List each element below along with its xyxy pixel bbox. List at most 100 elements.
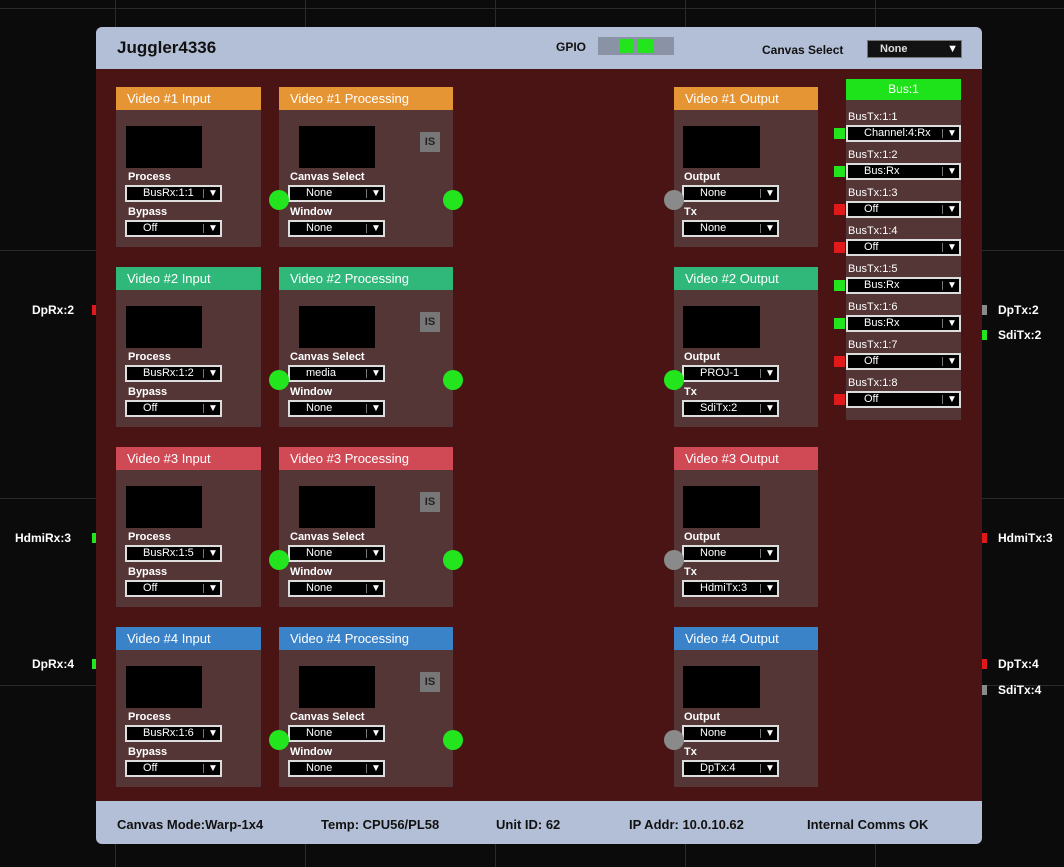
separator [203, 549, 204, 558]
output-connector-dot[interactable] [443, 550, 463, 570]
canvas-select-label: Canvas Select [290, 351, 365, 363]
process-dropdown-value: BusRx:1:5 [143, 547, 194, 559]
output-dropdown[interactable]: None ▼ [682, 545, 779, 562]
bus-channel-dropdown[interactable]: Channel:4:Rx ▼ [846, 125, 961, 142]
external-input-label: HdmiRx:3 [15, 531, 72, 545]
bus-channel-led [834, 394, 845, 405]
chevron-down-icon: ▼ [765, 763, 775, 774]
bus-panel: BusTx:1:1 Channel:4:Rx ▼ BusTx:1:2 Bus:Rx ▼ Bu… [846, 100, 961, 420]
window-dropdown-value: None [306, 582, 333, 594]
canvas-select-dropdown[interactable]: None ▼ [288, 545, 385, 562]
separator [942, 167, 943, 176]
canvas-select-label: Canvas Select [290, 711, 365, 723]
output-panel-connector-dot[interactable] [664, 370, 684, 390]
bypass-dropdown[interactable]: Off ▼ [125, 220, 222, 237]
bus-channel-dropdown-value: Off [864, 241, 879, 253]
top-bar: Juggler4336 GPIO Canvas Select None ▼ [96, 27, 982, 69]
gpio-led [600, 39, 615, 53]
process-dropdown[interactable]: BusRx:1:6 ▼ [125, 725, 222, 742]
chevron-down-icon: ▼ [371, 728, 381, 739]
gpio-led [619, 39, 634, 53]
canvas-select-dropdown-value: None [306, 187, 333, 199]
output-dropdown[interactable]: None ▼ [682, 185, 779, 202]
tx-dropdown[interactable]: DpTx:4 ▼ [682, 760, 779, 777]
process-label: Process [128, 531, 171, 543]
process-label: Process [128, 351, 171, 363]
window-dropdown[interactable]: None ▼ [288, 220, 385, 237]
tx-dropdown-value: None [700, 222, 727, 234]
bus-channel-dropdown[interactable]: Off ▼ [846, 353, 961, 370]
window-dropdown-value: None [306, 762, 333, 774]
output-panel-connector-dot[interactable] [664, 730, 684, 750]
separator [760, 224, 761, 233]
canvas-select-dropdown[interactable]: None ▼ [288, 725, 385, 742]
bus-channel-label: BusTx:1:7 [848, 339, 898, 351]
output-dropdown-value: None [700, 547, 727, 559]
separator [203, 369, 204, 378]
bypass-dropdown-value: Off [143, 762, 158, 774]
bus-channel-dropdown[interactable]: Bus:Rx ▼ [846, 163, 961, 180]
bypass-dropdown[interactable]: Off ▼ [125, 760, 222, 777]
output-panel-connector-dot[interactable] [664, 190, 684, 210]
bus-channel-label: BusTx:1:6 [848, 301, 898, 313]
unit-id-status: Unit ID: 62 [496, 817, 561, 832]
bus-channel-dropdown[interactable]: Off ▼ [846, 391, 961, 408]
input-connector-dot[interactable] [269, 730, 289, 750]
process-dropdown[interactable]: BusRx:1:2 ▼ [125, 365, 222, 382]
process-dropdown[interactable]: BusRx:1:5 ▼ [125, 545, 222, 562]
separator [203, 224, 204, 233]
output-connector-dot[interactable] [443, 190, 463, 210]
is-button[interactable]: IS [420, 312, 440, 332]
separator [942, 129, 943, 138]
external-output-label: DpTx:2 [998, 303, 1039, 317]
input-connector-dot[interactable] [269, 550, 289, 570]
process-dropdown[interactable]: BusRx:1:1 ▼ [125, 185, 222, 202]
video-preview [126, 306, 202, 348]
canvas-select-dropdown[interactable]: media ▼ [288, 365, 385, 382]
tx-dropdown[interactable]: HdmiTx:3 ▼ [682, 580, 779, 597]
bus-channel-dropdown[interactable]: Bus:Rx ▼ [846, 315, 961, 332]
video-preview [126, 126, 202, 168]
window-dropdown[interactable]: None ▼ [288, 580, 385, 597]
bus-channel-led [834, 356, 845, 367]
separator [760, 189, 761, 198]
tx-dropdown[interactable]: None ▼ [682, 220, 779, 237]
bus-channel-label: BusTx:1:4 [848, 225, 898, 237]
chevron-down-icon: ▼ [371, 763, 381, 774]
bypass-dropdown[interactable]: Off ▼ [125, 580, 222, 597]
panel-header: Video #1 Processing [279, 87, 453, 110]
canvas-select-dropdown[interactable]: None ▼ [288, 185, 385, 202]
output-dropdown[interactable]: None ▼ [682, 725, 779, 742]
is-button[interactable]: IS [420, 492, 440, 512]
process-dropdown-value: BusRx:1:2 [143, 367, 194, 379]
chevron-down-icon: ▼ [947, 318, 957, 329]
process-label: Process [128, 171, 171, 183]
window-dropdown-value: None [306, 402, 333, 414]
bus-channel-dropdown[interactable]: Off ▼ [846, 239, 961, 256]
output-dropdown[interactable]: PROJ-1 ▼ [682, 365, 779, 382]
tx-label: Tx [684, 566, 697, 578]
is-button[interactable]: IS [420, 672, 440, 692]
canvas-select-dropdown[interactable]: None ▼ [867, 40, 962, 58]
grid-line [0, 8, 1064, 9]
output-connector-dot[interactable] [443, 730, 463, 750]
output-panel-connector-dot[interactable] [664, 550, 684, 570]
bus-channel-dropdown[interactable]: Off ▼ [846, 201, 961, 218]
window-dropdown[interactable]: None ▼ [288, 760, 385, 777]
bus-channel-dropdown[interactable]: Bus:Rx ▼ [846, 277, 961, 294]
window-dropdown[interactable]: None ▼ [288, 400, 385, 417]
separator [366, 549, 367, 558]
bypass-label: Bypass [128, 566, 168, 578]
is-button[interactable]: IS [420, 132, 440, 152]
output-connector-dot[interactable] [443, 370, 463, 390]
process-label: Process [128, 711, 171, 723]
ip-addr-status: IP Addr: 10.0.10.62 [629, 817, 744, 832]
input-connector-dot[interactable] [269, 370, 289, 390]
video-preview [126, 486, 202, 528]
gpio-led [638, 39, 653, 53]
video-preview [299, 306, 375, 348]
input-connector-dot[interactable] [269, 190, 289, 210]
bus-channel-dropdown-value: Bus:Rx [864, 317, 900, 329]
tx-dropdown[interactable]: SdiTx:2 ▼ [682, 400, 779, 417]
bypass-dropdown[interactable]: Off ▼ [125, 400, 222, 417]
